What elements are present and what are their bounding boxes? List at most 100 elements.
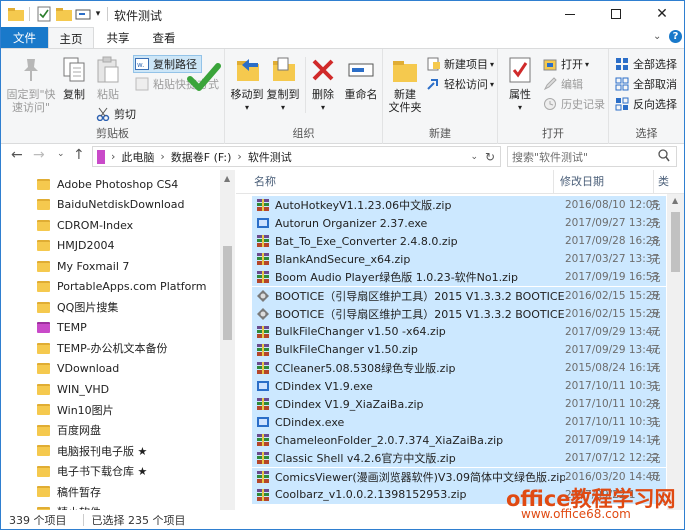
nav-item-label: TEMP-办公机文本备份: [57, 342, 168, 355]
new-item-button[interactable]: 新建项目 ▾: [425, 55, 494, 73]
delete-x-icon: [308, 55, 338, 85]
folder-icon: [37, 199, 50, 210]
nav-item[interactable]: VDownload: [1, 359, 219, 379]
breadcrumb-folder[interactable]: 软件测试: [248, 149, 292, 165]
nav-item[interactable]: HMJD2004: [1, 236, 219, 256]
nav-item[interactable]: 稿件暂存: [1, 482, 219, 502]
scroll-up-icon[interactable]: ▲: [672, 196, 678, 205]
refresh-icon[interactable]: ↻: [485, 150, 495, 164]
up-arrow-icon[interactable]: ↑: [73, 147, 85, 163]
help-icon[interactable]: ?: [669, 30, 682, 43]
maximize-button[interactable]: [593, 1, 639, 27]
column-type[interactable]: 类: [654, 170, 669, 194]
address-bar[interactable]: › 此电脑 › 数据卷F (F:) › 软件测试 ⌄ ↻: [92, 146, 501, 167]
zip-file-icon: [255, 270, 271, 284]
edit-button[interactable]: 编辑: [542, 75, 583, 93]
organize-group-label: 组织: [292, 127, 315, 140]
nav-item[interactable]: My Foxmail 7: [1, 256, 219, 276]
file-row[interactable]: ChameleonFolder_2.0.7.374_XiaZaiBa.zip 20…: [252, 431, 666, 450]
new-item-label: 新建项目: [444, 58, 488, 71]
green-check-icon: [187, 63, 221, 96]
tab-file[interactable]: 文件: [1, 27, 48, 49]
nav-item[interactable]: TEMP-办公机文本备份: [1, 338, 219, 358]
tab-home[interactable]: 主页: [48, 27, 94, 49]
collapse-ribbon-icon[interactable]: ⌄: [653, 31, 661, 42]
cut-button[interactable]: 剪切: [95, 105, 136, 123]
invert-selection-button[interactable]: 反向选择: [614, 95, 677, 113]
rename-button[interactable]: 重命名: [341, 55, 381, 101]
tab-view[interactable]: 查看: [141, 27, 187, 49]
file-row[interactable]: BlankAndSecure_x64.zip 2017/03/27 13:37 元: [252, 250, 666, 269]
nav-item[interactable]: PortableApps.com Platform: [1, 277, 219, 297]
new-folder-quick-icon[interactable]: [56, 5, 72, 23]
recent-locations-icon[interactable]: ⌄: [57, 149, 65, 159]
nav-item-label: 稿件暂存: [57, 485, 101, 499]
nav-item[interactable]: Win10图片: [1, 400, 219, 420]
file-row[interactable]: BOOTICE（引导扇区维护工具）2015 V1.3.3.2 BOOTICEx.…: [252, 286, 666, 305]
nav-item[interactable]: QQ图片搜集: [1, 297, 219, 317]
close-button[interactable]: ✕: [639, 1, 684, 27]
new-folder-button[interactable]: 新建 文件夹: [387, 55, 423, 114]
file-list-scrollbar[interactable]: ▲: [667, 194, 684, 510]
address-dropdown-icon[interactable]: ⌄: [470, 152, 478, 162]
breadcrumb-drive[interactable]: 数据卷F (F:): [171, 149, 232, 165]
forward-arrow-icon[interactable]: →: [33, 147, 45, 163]
file-row[interactable]: Autorun Organizer 2.37.exe 2017/09/27 13:…: [252, 214, 666, 233]
file-name: BulkFileChanger v1.50.zip: [275, 343, 418, 357]
ribbon-tabs: 文件 主页 共享 查看 ⌄ ?: [1, 27, 684, 49]
scroll-up-icon[interactable]: ▲: [224, 174, 230, 183]
file-row[interactable]: Boom Audio Player绿色版 1.0.23-软件No1.zip 201…: [252, 268, 666, 287]
copy-to-button[interactable]: 复制到 ▾: [265, 55, 301, 114]
nav-item[interactable]: 精小软件: [1, 502, 219, 510]
delete-button[interactable]: 删除 ▾: [307, 55, 339, 114]
select-none-button[interactable]: 全部取消: [614, 75, 677, 93]
nav-item[interactable]: Adobe Photoshop CS4: [1, 174, 219, 194]
search-box[interactable]: 搜索"软件测试": [507, 146, 677, 167]
nav-scrollbar[interactable]: ▲: [220, 170, 235, 510]
file-row[interactable]: BulkFileChanger v1.50.zip 2017/09/29 13:4…: [252, 340, 666, 359]
folder-icon: [37, 240, 50, 251]
search-input[interactable]: 搜索"软件测试": [512, 149, 588, 165]
copy-button[interactable]: 复制: [59, 55, 89, 101]
tab-share[interactable]: 共享: [95, 27, 141, 49]
file-row[interactable]: CDindex V1.9_XiaZaiBa.zip 2017/10/11 10:2…: [252, 395, 666, 414]
nav-item[interactable]: CDROM-Index: [1, 215, 219, 235]
file-row[interactable]: BulkFileChanger v1.50 -x64.zip 2017/09/29…: [252, 322, 666, 341]
file-row[interactable]: Classic Shell v4.2.6官方中文版.zip 2017/07/12 …: [252, 449, 666, 468]
back-arrow-icon[interactable]: ←: [11, 147, 23, 163]
rename-quick-icon[interactable]: [75, 5, 91, 23]
select-all-button[interactable]: 全部选择: [614, 55, 677, 73]
nav-scroll-thumb[interactable]: [223, 246, 232, 340]
explorer-app-icon[interactable]: [7, 5, 25, 23]
pin-quick-access-button[interactable]: 固定到"快 速访问": [5, 55, 57, 114]
file-row[interactable]: BOOTICE（引导扇区维护工具）2015 V1.3.3.2 BOOTICEx.…: [252, 304, 666, 323]
easy-access-button[interactable]: 轻松访问 ▾: [425, 75, 494, 93]
nav-item[interactable]: BaiduNetdiskDownload: [1, 195, 219, 215]
qa-dropdown-icon[interactable]: ▾: [93, 5, 103, 23]
move-to-button[interactable]: 移动到 ▾: [229, 55, 265, 114]
column-name[interactable]: 名称: [248, 170, 554, 194]
breadcrumb-this-pc[interactable]: 此电脑: [121, 149, 154, 165]
folder-icon: [37, 178, 50, 190]
column-date[interactable]: 修改日期: [554, 170, 654, 194]
file-row[interactable]: AutoHotkeyV1.1.23.06中文版.zip 2016/08/10 12…: [252, 196, 666, 214]
nav-item[interactable]: TEMP: [1, 318, 219, 338]
properties-button[interactable]: 属性 ▾: [504, 55, 536, 114]
new-item-icon: [425, 56, 441, 72]
file-row[interactable]: CDindex V1.9.exe 2017/10/11 10:31 元: [252, 377, 666, 395]
nav-item[interactable]: 电脑报刊电子版 ★: [1, 441, 219, 461]
nav-item[interactable]: 电子书下载仓库 ★: [1, 461, 219, 481]
file-row[interactable]: CCleaner5.08.5308绿色专业版.zip 2015/08/24 16:…: [252, 358, 666, 377]
file-row[interactable]: CDindex.exe 2017/10/11 10:31 元: [252, 413, 666, 432]
paste-button[interactable]: 粘贴: [93, 55, 123, 101]
history-button[interactable]: 历史记录: [542, 95, 605, 113]
file-name: ChameleonFolder_2.0.7.374_XiaZaiBa.zip: [275, 433, 504, 447]
file-scroll-thumb[interactable]: [671, 212, 680, 272]
minimize-button[interactable]: [547, 1, 593, 27]
nav-item[interactable]: WIN_VHD: [1, 379, 219, 399]
file-row[interactable]: Bat_To_Exe_Converter 2.4.8.0.zip 2017/09/…: [252, 232, 666, 251]
properties-quick-icon[interactable]: [36, 5, 52, 23]
open-button[interactable]: 打开 ▾: [542, 55, 589, 73]
file-name: Classic Shell v4.2.6官方中文版.zip: [275, 452, 456, 466]
nav-item[interactable]: 百度网盘: [1, 420, 219, 440]
